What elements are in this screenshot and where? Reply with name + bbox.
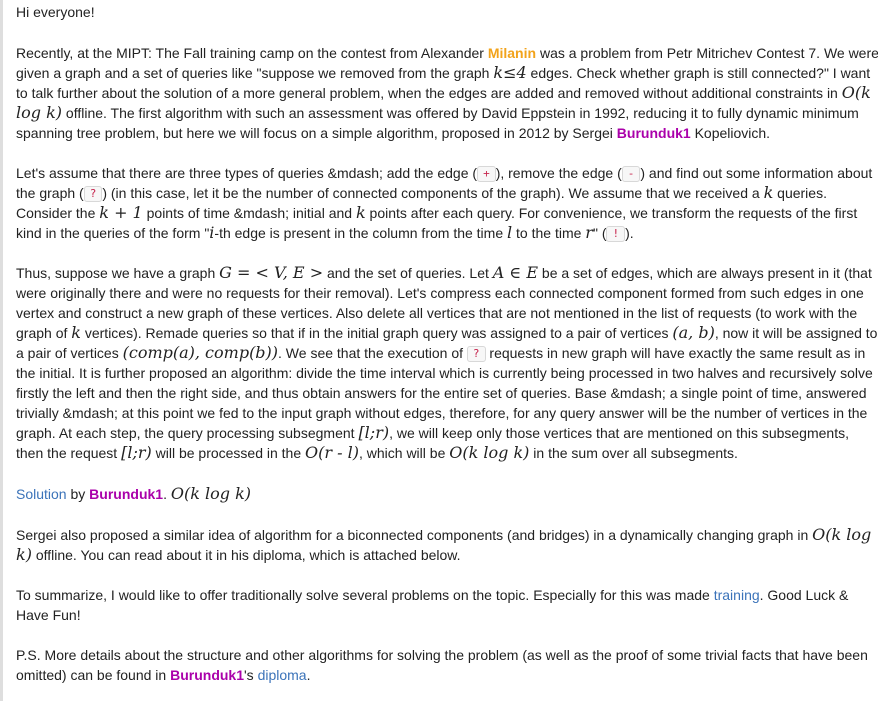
math-k: k (355, 203, 366, 222)
text: . (306, 667, 311, 683)
code-question: ? (83, 186, 103, 202)
solution-paragraph: Solution by Burunduk1. O(k log k) (16, 484, 878, 504)
code-minus: - (621, 166, 641, 182)
text: , which will be (358, 445, 450, 461)
summary-paragraph: To summarize, I would like to offer trad… (16, 585, 878, 625)
math-segment: [l;r) (358, 423, 390, 442)
text: 's (244, 667, 258, 683)
biconnected-paragraph: Sergei also proposed a similar idea of a… (16, 525, 878, 565)
text: -th edge is present in the column from t… (214, 225, 508, 241)
text: " ( (592, 225, 607, 241)
text: To summarize, I would like to offer trad… (16, 587, 714, 603)
post-content: Hi everyone! Recently, at the MIPT: The … (16, 2, 878, 705)
text: ). (625, 225, 634, 241)
code-exclamation: ! (606, 226, 626, 242)
text: vertices). Remade queries so that if in … (80, 325, 673, 341)
text: Thus, suppose we have a graph (16, 265, 220, 281)
text: by (66, 486, 90, 502)
math-k: k (71, 323, 81, 342)
math-k-plus-1: k + 1 (99, 203, 143, 222)
text: Kopeliovich. (690, 125, 771, 141)
queries-paragraph: Let's assume that there are three types … (16, 163, 878, 243)
math-complexity: O(k log k) (170, 484, 251, 503)
text: . We see that the execution of (278, 345, 467, 361)
math-r: r (585, 223, 593, 242)
text: and the set of queries. Let (323, 265, 493, 281)
user-link-burunduk1[interactable]: Burunduk1 (617, 125, 691, 141)
ps-paragraph: P.S. More details about the structure an… (16, 645, 878, 685)
math-comp-pair: (comp(a), comp(b)) (122, 343, 279, 362)
user-link-burunduk1[interactable]: Burunduk1 (89, 486, 163, 502)
math-o-r-l: O(r - l) (305, 443, 359, 462)
code-plus: + (477, 166, 496, 182)
math-complexity: O(k log k) (449, 443, 530, 462)
text: Sergei also proposed a similar idea of a… (16, 527, 813, 543)
text: ), remove the edge ( (495, 165, 622, 181)
text: Let's assume that there are three types … (16, 165, 478, 181)
math-pair: (a, b) (672, 323, 715, 342)
diploma-link[interactable]: diploma (258, 667, 307, 683)
text: P.S. More details about the structure an… (16, 647, 868, 683)
text: ) (in this case, let it be the number of… (102, 185, 764, 201)
algorithm-paragraph: Thus, suppose we have a graph G = < V, E… (16, 263, 878, 463)
intro-paragraph: Recently, at the MIPT: The Fall training… (16, 43, 878, 143)
math-a-in-e: A ∈ E (492, 263, 539, 282)
math-k: k (763, 183, 774, 202)
text: . (163, 486, 171, 502)
code-question: ? (466, 346, 486, 362)
solution-link[interactable]: Solution (16, 486, 67, 502)
left-border (0, 0, 3, 701)
blog-post: Hi everyone! Recently, at the MIPT: The … (0, 0, 878, 701)
text: points of time &mdash; initial and (142, 205, 356, 221)
math-k-le-4: k≤4 (493, 63, 527, 82)
text: will be processed in the (151, 445, 306, 461)
math-segment: [l;r) (121, 443, 152, 462)
text: offline. You can read about it in his di… (31, 547, 461, 563)
text: in the sum over all subsegments. (529, 445, 738, 461)
math-graph: G = < V, E > (219, 263, 324, 282)
text: to the time (512, 225, 586, 241)
training-link[interactable]: training (714, 587, 760, 603)
greeting-paragraph: Hi everyone! (16, 4, 95, 20)
user-link-milanin[interactable]: Milanin (488, 45, 536, 61)
text: Recently, at the MIPT: The Fall training… (16, 45, 488, 61)
user-link-burunduk1[interactable]: Burunduk1 (170, 667, 244, 683)
